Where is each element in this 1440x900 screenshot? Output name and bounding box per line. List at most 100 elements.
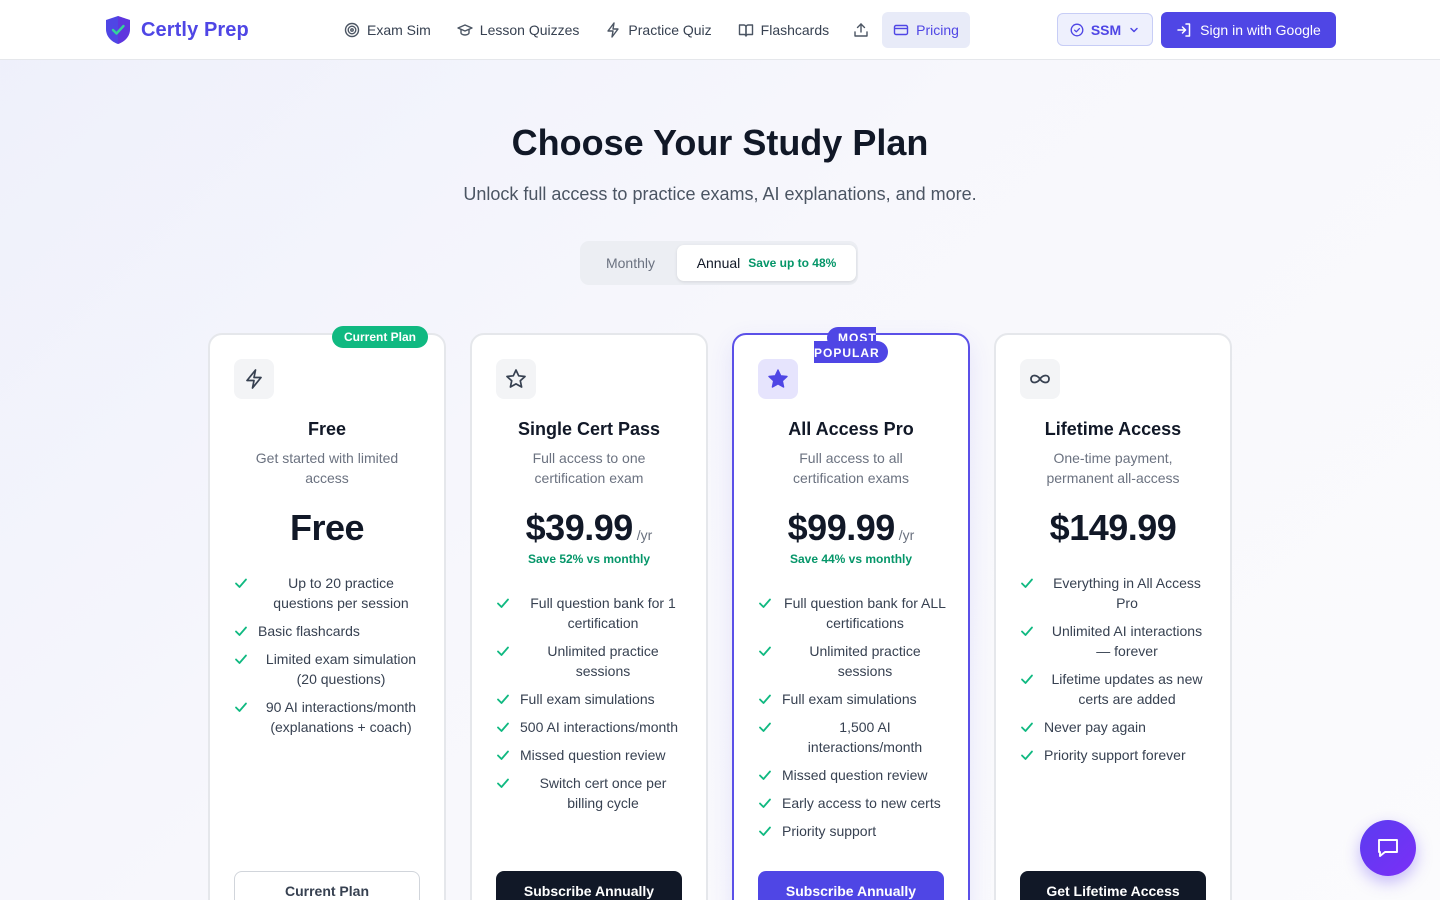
check-icon [497, 646, 509, 656]
feature-item: Missed question review [496, 745, 686, 765]
feature-text: 500 AI interactions/month [520, 719, 678, 735]
billing-annual-label: Annual [696, 255, 741, 271]
feature-text: Early access to new certs [782, 795, 941, 811]
price-period: /yr [636, 527, 653, 543]
feature-text: Unlimited practice sessions [547, 643, 659, 679]
brand-name: Certly Prep [141, 18, 249, 41]
billing-annual-option[interactable]: Annual Save up to 48% [677, 245, 856, 281]
check-icon [1021, 674, 1033, 684]
login-icon [1177, 23, 1191, 37]
page-title: Choose Your Study Plan [511, 122, 929, 163]
current-plan-badge: Current Plan [332, 326, 428, 348]
billing-toggle: Monthly Annual Save up to 48% [580, 241, 858, 285]
feature-item: Full exam simulations [758, 689, 948, 709]
sign-in-google-button[interactable]: Sign in with Google [1161, 12, 1336, 48]
price-amount: $39.99 [525, 507, 634, 548]
feature-item: Up to 20 practice questions per session [234, 573, 424, 613]
feature-text: Missed question review [520, 747, 666, 763]
page-subtitle: Unlock full access to practice exams, AI… [463, 184, 977, 204]
feature-text: 1,500 AI interactions/month [807, 719, 923, 755]
check-icon [497, 598, 509, 608]
badge-line-2: POPULAR [814, 341, 888, 363]
check-icon [759, 722, 771, 732]
check-icon [759, 646, 771, 656]
check-icon [497, 694, 509, 704]
feature-text: Switch cert once per billing cycle [539, 775, 667, 811]
plan-price: $39.99 /yr [472, 507, 706, 549]
nav-pricing[interactable]: Pricing [882, 12, 970, 48]
price-amount: $149.99 [1049, 507, 1177, 548]
plan-name: Single Cert Pass [517, 419, 661, 439]
target-icon [344, 22, 360, 38]
lightning-icon [607, 22, 620, 38]
feature-item: Unlimited AI interactions — forever [1020, 621, 1210, 661]
feature-text: Unlimited practice sessions [809, 643, 921, 679]
check-icon [1021, 722, 1033, 732]
subscribe-annually-button[interactable]: Subscribe Annually [496, 871, 682, 900]
nav-exam-sim[interactable]: Exam Sim [333, 12, 442, 48]
check-icon [1021, 578, 1033, 588]
nav-label: Pricing [916, 22, 959, 38]
feature-text: Up to 20 practice questions per session [273, 575, 409, 611]
nav-flashcards[interactable]: Flashcards [727, 12, 840, 48]
sign-in-label: Sign in with Google [1200, 22, 1321, 38]
infinity-icon [1030, 374, 1050, 384]
feature-text: Priority support [782, 823, 877, 839]
plan-card-free: Current Plan Free Get started with limit… [208, 326, 446, 900]
feature-list: Everything in All Access Pro Unlimited A… [1020, 573, 1210, 773]
plan-name: All Access Pro [788, 419, 914, 439]
feature-item: Full question bank for ALL certification… [758, 593, 948, 633]
feature-list: Up to 20 practice questions per session … [234, 573, 424, 745]
subscribe-annually-button[interactable]: Subscribe Annually [758, 871, 944, 900]
nav-label: Lesson Quizzes [479, 22, 580, 38]
plan-icon [234, 359, 274, 399]
feature-item: 500 AI interactions/month [496, 717, 686, 737]
plan-icon [758, 359, 798, 399]
feature-text: Everything in All Access Pro [1053, 575, 1201, 611]
feature-text: Priority support forever [1044, 747, 1186, 763]
nav-lesson-quizzes[interactable]: Lesson Quizzes [446, 12, 591, 48]
feature-text: Never pay again [1044, 719, 1146, 735]
plan-description: Full access to all certification exams [793, 450, 909, 486]
price-amount: $99.99 [787, 507, 896, 548]
feature-item: 1,500 AI interactions/month [758, 717, 948, 757]
feature-text: Missed question review [782, 767, 928, 783]
check-icon [1021, 750, 1033, 760]
plan-price: $99.99 /yr [734, 507, 968, 549]
feature-text: Limited exam simulation (20 questions) [265, 651, 417, 687]
feature-item: Full question bank for 1 certification [496, 593, 686, 633]
credit-card-icon [893, 24, 909, 36]
plan-savings: Save 52% vs monthly [527, 552, 651, 566]
feature-text: Full exam simulations [520, 691, 655, 707]
upload-icon [854, 23, 868, 37]
nav-label: Flashcards [760, 22, 830, 38]
plan-savings: Save 44% vs monthly [789, 552, 913, 566]
current-plan-button[interactable]: Current Plan [234, 871, 420, 900]
plan-card-lifetime: Lifetime Access One-time payment, perman… [994, 333, 1232, 900]
feature-item: Everything in All Access Pro [1020, 573, 1210, 613]
plan-price: Free [210, 507, 444, 549]
check-icon [759, 598, 771, 608]
brand-logo[interactable]: Certly Prep [104, 15, 249, 45]
main-nav: Exam Sim Lesson Quizzes Practice Quiz Fl… [333, 12, 970, 48]
get-lifetime-access-button[interactable]: Get Lifetime Access [1020, 871, 1206, 900]
cert-selector[interactable]: SSM [1057, 13, 1153, 46]
top-navbar: Certly Prep Exam Sim Lesson Quizzes Prac… [0, 0, 1440, 60]
feature-item: Early access to new certs [758, 793, 948, 813]
billing-monthly-option[interactable]: Monthly [584, 245, 677, 281]
check-icon [235, 578, 247, 588]
plan-name: Free [307, 419, 347, 439]
chat-bubble-icon [1378, 839, 1398, 857]
chat-button[interactable] [1360, 820, 1416, 876]
feature-item: Basic flashcards [234, 621, 424, 641]
check-icon [497, 750, 509, 760]
plan-description: Get started with limited access [255, 450, 399, 486]
plan-card-single-cert: Single Cert Pass Full access to one cert… [470, 333, 708, 900]
check-icon [759, 798, 771, 808]
nav-label: Exam Sim [367, 22, 431, 38]
nav-upload[interactable] [844, 12, 878, 48]
nav-practice-quiz[interactable]: Practice Quiz [594, 12, 722, 48]
feature-list: Full question bank for 1 certification U… [496, 593, 686, 821]
feature-text: Full question bank for ALL certification… [784, 595, 946, 631]
feature-item: Never pay again [1020, 717, 1210, 737]
